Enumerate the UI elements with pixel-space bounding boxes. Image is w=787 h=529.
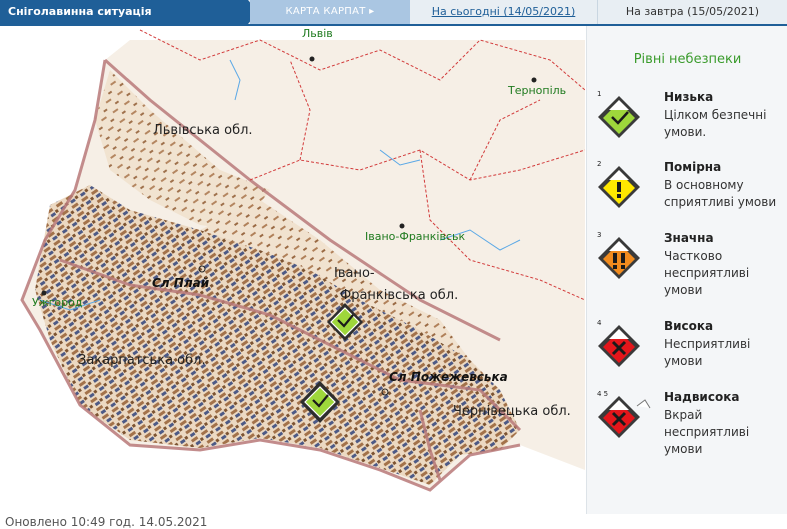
tab-map-label: КАРТА КАРПАТ <box>285 6 366 17</box>
tab-carpathians-map[interactable]: КАРТА КАРПАТ ▸ <box>250 0 410 24</box>
tab-avalanche-situation[interactable]: Сніголавинна ситуація <box>0 0 258 24</box>
legend-title: Рівні небезпеки <box>633 52 742 67</box>
ridge-plai: Сл Плай <box>152 276 210 290</box>
cross-icon <box>598 396 651 438</box>
cross-icon <box>598 325 640 367</box>
region-chernivtsi: Чернівецька обл. <box>453 404 571 419</box>
double-exclamation-icon <box>598 237 640 279</box>
level-desc: Вкрай несприятливі умови <box>664 408 750 456</box>
city-lviv: Львів <box>302 27 333 40</box>
triangle-right-icon: ▸ <box>369 6 375 17</box>
level-name: Висока <box>664 319 714 333</box>
legend-level-5: 4 5 Надвисока Вкрай несприятливі умови <box>587 390 787 460</box>
city-uzhhorod: Ужгород <box>32 296 83 309</box>
level-desc: В основному сприятливі умови <box>664 178 777 209</box>
tab-tomorrow[interactable]: На завтра (15/05/2021) <box>598 0 787 24</box>
legend-level-3: 3 Значна Частково несприятливі умови <box>587 231 787 301</box>
map-graphic <box>0 29 585 492</box>
tab-bar: Сніголавинна ситуація КАРТА КАРПАТ ▸ На … <box>0 0 787 26</box>
check-icon <box>598 96 640 138</box>
ridge-pozhezhevska: Сл Пожежевська <box>389 370 508 384</box>
region-lviv: Львівська обл. <box>153 123 253 138</box>
level-name: Значна <box>664 231 714 245</box>
region-ivano-1: Івано- <box>334 266 375 281</box>
level-desc: Частково несприятливі умови <box>664 249 750 297</box>
city-ivano-frankivsk: Івано-Франківськ <box>365 230 466 243</box>
tab-today-link[interactable]: На сьогодні (14/05/2021) <box>410 0 598 24</box>
level-name: Надвисока <box>664 390 740 404</box>
region-zakarpattia: Закарпатська обл. <box>78 353 206 368</box>
danger-levels-legend: Рівні небезпеки 1 Низька Цілком безпечні… <box>586 26 787 514</box>
level-desc: Цілком безпечні умови. <box>664 108 767 139</box>
region-ivano-2: Франківська обл. <box>340 288 459 303</box>
updated-timestamp: Оновлено 10:49 год. 14.05.2021 <box>5 515 208 529</box>
avalanche-map: Львів Тернопіль Івано-Франківськ Ужгород… <box>0 26 585 529</box>
legend-level-4: 4 Висока Несприятливі умови <box>587 319 787 389</box>
level-name: Низька <box>664 90 714 104</box>
level-desc: Несприятливі умови <box>664 337 751 368</box>
legend-level-1: 1 Низька Цілком безпечні умови. <box>587 90 787 160</box>
legend-level-2: 2 Помірна В основному сприятливі умови <box>587 160 787 230</box>
city-ternopil: Тернопіль <box>508 84 567 97</box>
level-name: Помірна <box>664 160 722 174</box>
exclamation-icon <box>598 166 640 208</box>
